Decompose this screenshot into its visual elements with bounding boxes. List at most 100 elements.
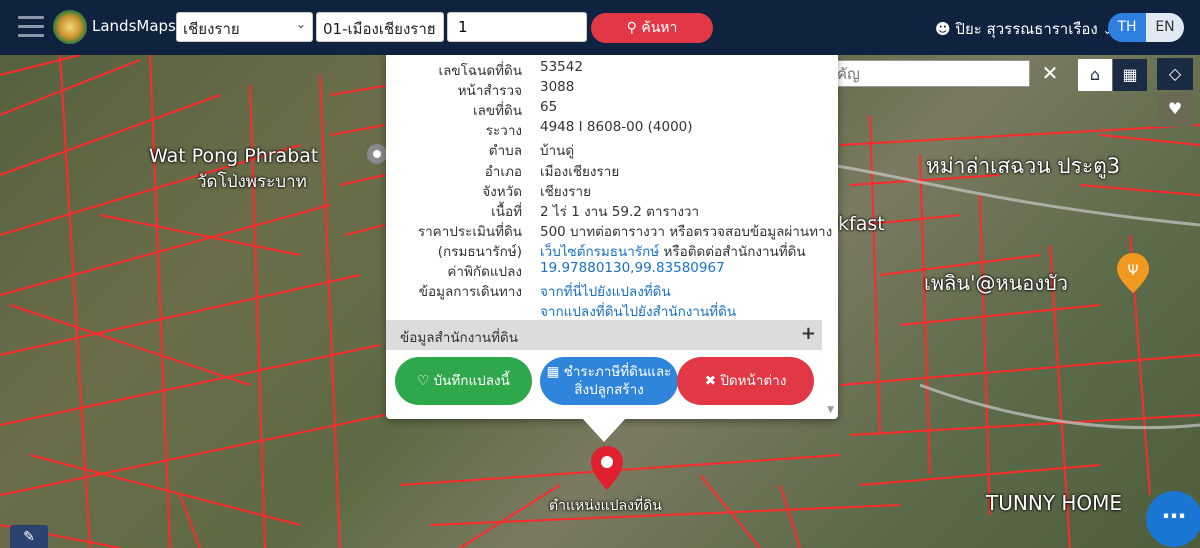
- grid-icon[interactable]: ▦: [1113, 59, 1147, 91]
- heart-icon: ♡: [417, 373, 430, 389]
- marker-label: ตำแหน่งแปลงที่ดิน: [549, 498, 662, 514]
- amphoe-select[interactable]: 01-เมืองเชียงราย ⌄: [316, 12, 444, 42]
- parcel-info-value-text: 3088: [540, 79, 575, 96]
- close-window-button[interactable]: ✖ ปิดหน้าต่าง: [677, 357, 814, 405]
- parcel-info-key: ระวาง: [485, 123, 522, 140]
- lang-en-button[interactable]: EN: [1146, 13, 1184, 42]
- favorites-heart-icon[interactable]: ♥: [1157, 93, 1193, 127]
- province-select-value: เชียงราย: [183, 20, 240, 38]
- pay-land-tax-button[interactable]: ▦ ชำระภาษีที่ดินและ สิ่งปลูกสร้าง: [540, 357, 678, 405]
- close-window-label: ปิดหน้าต่าง: [720, 373, 787, 389]
- parcel-info-key: อำเภอ: [484, 163, 522, 180]
- parcel-info-row: (กรมธนารักษ์) เว็บไซต์กรมธนารักษ์ หรือติด…: [386, 240, 826, 260]
- parcel-info-row: ระวาง 4948 I 8608-00 (4000): [386, 119, 826, 139]
- parcel-info-value: 65: [540, 99, 557, 115]
- parcel-info-row: เลขโฉนดที่ดิน 53542: [386, 59, 826, 79]
- expand-plus-icon[interactable]: +: [801, 323, 816, 344]
- parcel-info-key: ข้อมูลการเดินทาง: [418, 284, 522, 301]
- chat-more-button[interactable]: ⋯: [1146, 491, 1200, 547]
- location-marker-icon[interactable]: [589, 444, 625, 492]
- parcel-info-row: หน้าสำรวจ 3088: [386, 79, 826, 99]
- map-label-place-2: kfast: [838, 213, 885, 235]
- search-icon: ⚲: [626, 20, 637, 36]
- parcel-info-key: ค่าพิกัดแปลง: [447, 264, 522, 280]
- top-navbar: LandsMaps เชียงราย ⌄ 01-เมืองเชียงราย ⌄ …: [0, 0, 1200, 55]
- parcel-info-link[interactable]: จากแปลงที่ดินไปยังสำนักงานที่ดิน: [540, 304, 736, 320]
- amphoe-select-value: 01-เมืองเชียงราย: [323, 20, 436, 38]
- parcel-info-value-text: หรือติดต่อสำนักงานที่ดิน: [659, 243, 806, 260]
- parcel-info-link[interactable]: เว็บไซต์กรมธนารักษ์: [540, 244, 659, 260]
- map-label-place-1: หม่าล่าเสฉวน ประตู3: [926, 154, 1121, 178]
- parcel-info-value-text: บ้านดู่: [540, 143, 575, 160]
- restaurant-pin-icon[interactable]: Ψ: [1115, 251, 1151, 295]
- chevron-down-icon: ⌄: [295, 17, 306, 31]
- parcel-info-key: หน้าสำรวจ: [457, 83, 522, 100]
- parcel-info-row: ตำบล บ้านดู่: [386, 139, 826, 159]
- pay-tax-label-2: สิ่งปลูกสร้าง: [574, 382, 644, 398]
- parcel-info-value: 3088: [540, 79, 574, 95]
- brand-name: LandsMaps: [92, 17, 176, 35]
- parcel-info-value: เมืองเชียงราย: [540, 160, 619, 182]
- parcel-info-row: ราคาประเมินที่ดิน 500 บาทต่อตารางวา หรือต…: [386, 220, 832, 240]
- parcel-info-value: 4948 I 8608-00 (4000): [540, 119, 693, 135]
- user-icon: ☻: [935, 20, 951, 38]
- parcel-info-value-text: 53542: [540, 59, 583, 75]
- parcel-info-value: 53542: [540, 59, 583, 75]
- parcel-info-value: 2 ไร่ 1 งาน 59.2 ตารางวา: [540, 200, 699, 222]
- parcel-info-value: บ้านดู่: [540, 139, 574, 161]
- measure-ruler-icon[interactable]: ✎: [10, 525, 48, 548]
- parcel-info-popup: เลขโฉนดที่ดิน 53542 หน้าสำรวจ 3088 เลขที่ดิน…: [386, 55, 838, 419]
- user-name: ปิยะ สุวรรณธาราเรือง: [955, 20, 1098, 38]
- pay-tax-label-1: ชำระภาษีที่ดินและ: [563, 364, 672, 380]
- popup-pointer: [582, 418, 626, 442]
- close-icon: ✖: [704, 373, 717, 389]
- search-button[interactable]: ⚲ ค้นหา: [591, 13, 713, 43]
- search-button-label: ค้นหา: [641, 20, 678, 36]
- map-label-wat-en: Wat Pong Phrabat: [149, 145, 319, 167]
- office-info-section[interactable]: ข้อมูลสำนักงานที่ดิน +: [386, 320, 822, 350]
- map-label-place-4: TUNNY HOME: [986, 491, 1123, 515]
- parcel-info-key: ราคาประเมินที่ดิน: [417, 223, 522, 240]
- home-icon[interactable]: ⌂: [1078, 59, 1112, 91]
- parcel-info-key: เลขโฉนดที่ดิน: [438, 63, 522, 79]
- parcel-info-value: จากแปลงที่ดินไปยังสำนักงานที่ดิน: [540, 300, 736, 322]
- parcel-info-value-text: 2 ไร่ 1 งาน 59.2 ตารางวา: [540, 203, 700, 220]
- parcel-number-input[interactable]: [447, 12, 587, 42]
- parcel-info-key: จังหวัด: [482, 183, 522, 200]
- office-info-label: ข้อมูลสำนักงานที่ดิน: [400, 330, 519, 346]
- save-parcel-label: บันทึกแปลงนี้: [433, 373, 510, 389]
- menu-icon[interactable]: [18, 16, 44, 38]
- parcel-info-value-text: เมืองเชียงราย: [540, 163, 620, 180]
- landsmaps-logo: [53, 10, 87, 44]
- parcel-info-row: ข้อมูลการเดินทาง จากที่นี่ไปยังแปลงที่ดิน: [386, 280, 826, 300]
- parcel-info-link[interactable]: 19.97880130,99.83580967: [540, 260, 725, 276]
- scrollbar-down-arrow-icon[interactable]: ▼: [827, 405, 834, 415]
- lang-th-button[interactable]: TH: [1108, 13, 1146, 42]
- parcel-info-key: ตำบล: [488, 143, 522, 160]
- parcel-info-value: เว็บไซต์กรมธนารักษ์ หรือติดต่อสำนักงานที…: [540, 240, 806, 262]
- temple-icon: [367, 144, 387, 164]
- chevron-down-icon: ⌄: [426, 17, 437, 31]
- parcel-info-value-text: 65: [540, 99, 558, 116]
- parcel-info-link[interactable]: จากที่นี่ไปยังแปลงที่ดิน: [540, 284, 671, 300]
- parcel-info-row: เลขที่ดิน 65: [386, 99, 826, 119]
- province-select[interactable]: เชียงราย ⌄: [176, 12, 313, 42]
- layers-icon[interactable]: ◇: [1157, 58, 1193, 90]
- parcel-info-value: จากที่นี่ไปยังแปลงที่ดิน: [540, 280, 671, 302]
- parcel-info-value-text: 4948 I 8608-00 (4000): [540, 119, 693, 136]
- map-label-place-3: เพลิน'@หนองบัว: [924, 271, 1069, 295]
- save-parcel-button[interactable]: ♡ บันทึกแปลงนี้: [395, 357, 532, 405]
- parcel-info-value: 500 บาทต่อตารางวา หรือตรวจสอบข้อมูลผ่านท…: [540, 220, 832, 242]
- parcel-info-key: (กรมธนารักษ์): [437, 243, 522, 260]
- parcel-info-value-text: เชียงราย: [540, 183, 592, 200]
- map-label-wat-th: วัดโป่งพระบาท: [197, 172, 307, 192]
- user-menu[interactable]: ☻ ปิยะ สุวรรณธาราเรือง ⌄: [935, 17, 1113, 41]
- parcel-info-value: เชียงราย: [540, 180, 591, 202]
- qr-icon: ▦: [546, 364, 560, 380]
- parcel-info-value: 19.97880130,99.83580967: [540, 260, 725, 276]
- parcel-info-row: จังหวัด เชียงราย: [386, 180, 826, 200]
- parcel-info-row: อำเภอ เมืองเชียงราย: [386, 160, 826, 180]
- parcel-info-row: จากแปลงที่ดินไปยังสำนักงานที่ดิน: [386, 300, 826, 320]
- close-icon[interactable]: ✕: [1033, 60, 1067, 87]
- parcel-info-row: เนื้อที่ 2 ไร่ 1 งาน 59.2 ตารางวา: [386, 200, 826, 220]
